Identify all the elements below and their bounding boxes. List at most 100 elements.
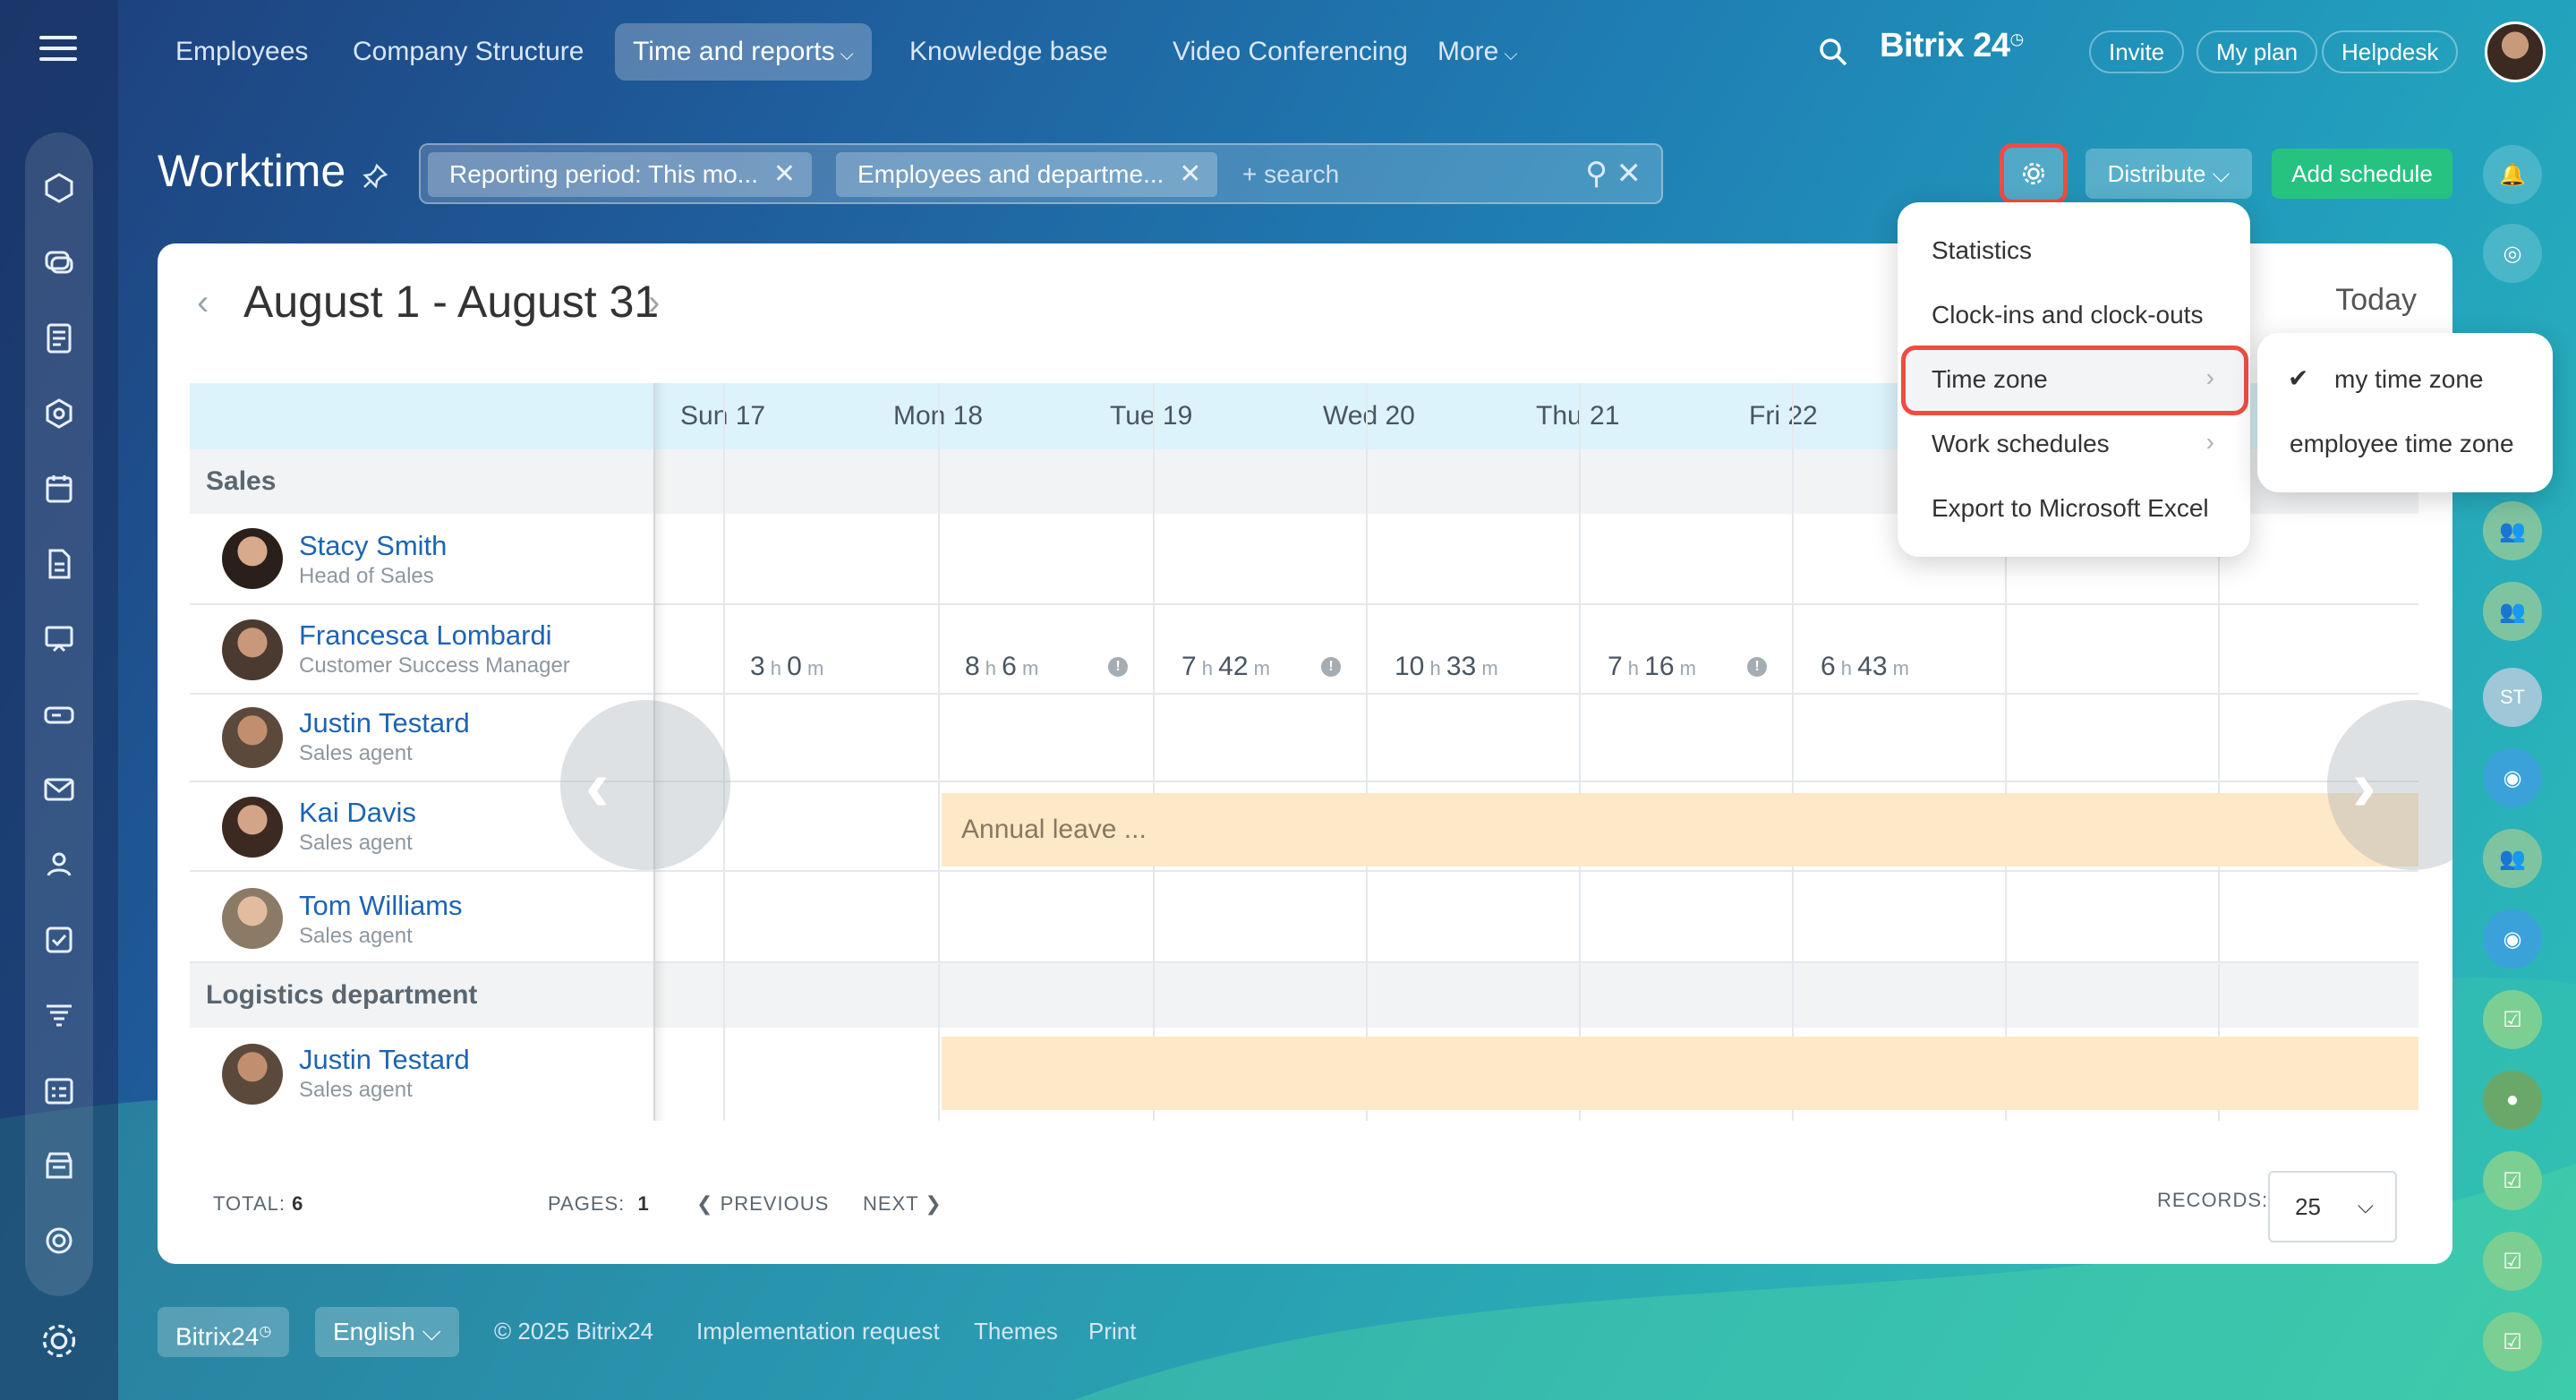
avatar[interactable]	[222, 888, 283, 949]
previous-page-link[interactable]: ❮ PREVIOUS	[696, 1192, 829, 1216]
brand-logo[interactable]: Bitrix 24◷	[1880, 27, 2024, 65]
clear-icon[interactable]: ✕	[1616, 157, 1642, 191]
period-title: August 1 - August 31	[243, 277, 660, 327]
time-cell[interactable]: 7 h 16 m	[1608, 652, 1696, 682]
menu-item-time-zone[interactable]: Time zone	[1932, 365, 2048, 394]
video-call-icon[interactable]: ◉	[2483, 748, 2542, 807]
document-icon[interactable]	[25, 526, 93, 602]
warning-icon[interactable]: !	[1747, 657, 1767, 677]
contact-avatar[interactable]: ●	[2483, 1071, 2542, 1130]
user-avatar[interactable]	[2485, 21, 2546, 82]
schedule-icon[interactable]	[25, 1053, 93, 1128]
menu-item-clockins[interactable]: Clock-ins and clock-outs	[1932, 301, 2203, 329]
feed-icon[interactable]	[25, 301, 93, 376]
records-per-page-select[interactable]: 25 ⌵	[2268, 1171, 2397, 1242]
avatar[interactable]	[222, 528, 283, 589]
my-plan-button[interactable]: My plan	[2196, 30, 2318, 73]
next-period-icon[interactable]: ›	[648, 283, 660, 323]
chat-icon[interactable]	[25, 226, 93, 301]
footer-link-implementation[interactable]: Implementation request	[696, 1318, 940, 1345]
menu-item-employee-time-zone[interactable]: employee time zone	[2290, 430, 2514, 458]
mail-icon[interactable]	[25, 752, 93, 827]
pulse-icon[interactable]: ◎	[2483, 224, 2542, 283]
employee-name[interactable]: Tom Williams	[299, 890, 463, 922]
filter-search-input[interactable]: + search	[1242, 154, 1339, 195]
annual-leave-bar[interactable]: Annual leave ...	[942, 793, 2418, 866]
invite-button[interactable]: Invite	[2089, 30, 2185, 73]
time-cell[interactable]: 8 h 6 m	[965, 652, 1038, 682]
group-chat-icon[interactable]: 👥	[2483, 501, 2542, 560]
task-check-icon[interactable]: ☑	[2483, 1312, 2542, 1371]
task-check-icon[interactable]: ☑	[2483, 990, 2542, 1049]
task-check-icon[interactable]: ☑	[2483, 1232, 2542, 1291]
filter-funnel-icon[interactable]	[25, 977, 93, 1053]
language-select[interactable]: English ⌵	[315, 1307, 459, 1357]
time-cell[interactable]: 3 h 0 m	[750, 652, 823, 682]
employee-name[interactable]: Justin Testard	[299, 1044, 470, 1076]
task-check-icon[interactable]: ☑	[2483, 1151, 2542, 1210]
nav-more[interactable]: More ⌵	[1420, 23, 1536, 81]
footer-link-themes[interactable]: Themes	[974, 1318, 1058, 1345]
nav-company-structure[interactable]: Company Structure	[335, 23, 601, 81]
avatar[interactable]	[222, 1044, 283, 1105]
menu-item-work-schedules[interactable]: Work schedules	[1932, 430, 2110, 458]
employee-name[interactable]: Francesca Lombardi	[299, 619, 552, 652]
nav-time-and-reports[interactable]: Time and reports ⌵	[615, 23, 872, 81]
store-icon[interactable]	[25, 1128, 93, 1203]
calendar-icon[interactable]	[25, 451, 93, 526]
footer-link-print[interactable]: Print	[1088, 1318, 1136, 1345]
close-icon[interactable]: ✕	[1179, 152, 1201, 197]
avatar[interactable]	[222, 797, 283, 858]
cube-icon[interactable]	[25, 150, 93, 226]
tasks-icon[interactable]	[25, 902, 93, 977]
notification-bell-icon[interactable]: 🔔	[2483, 145, 2542, 204]
hours-value: 6	[1821, 652, 1836, 681]
today-button[interactable]: Today	[2335, 283, 2417, 318]
nav-knowledge-base[interactable]: Knowledge base	[891, 23, 1126, 81]
chevron-down-icon: ⌵	[1504, 45, 1518, 64]
warning-icon[interactable]: !	[1108, 657, 1128, 677]
employee-name[interactable]: Kai Davis	[299, 797, 416, 829]
prev-period-icon[interactable]: ‹	[197, 283, 209, 323]
footer-brand-button[interactable]: Bitrix24◷	[158, 1307, 290, 1357]
settings-button[interactable]	[2000, 143, 2068, 204]
nav-employees[interactable]: Employees	[158, 23, 326, 81]
distribute-button[interactable]: Distribute ⌵	[2086, 149, 2252, 199]
pages-count: PAGES: 1	[548, 1192, 650, 1216]
next-page-link[interactable]: NEXT ❯	[863, 1192, 943, 1216]
time-cell[interactable]: 10 h 33 m	[1395, 652, 1498, 682]
target-icon[interactable]	[25, 1203, 93, 1278]
filter-chip-employees[interactable]: Employees and departme... ✕	[836, 152, 1218, 197]
time-cell[interactable]: 7 h 42 m	[1181, 652, 1270, 682]
menu-item-my-time-zone[interactable]: my time zone	[2334, 365, 2484, 394]
employee-name[interactable]: Stacy Smith	[299, 530, 447, 562]
menu-item-statistics[interactable]: Statistics	[1932, 236, 2032, 265]
hamburger-menu-icon[interactable]	[39, 36, 77, 66]
annual-leave-bar[interactable]	[942, 1037, 2418, 1110]
filter-chip-period[interactable]: Reporting period: This mo... ✕	[428, 152, 812, 197]
group-chat-icon[interactable]: 👥	[2483, 829, 2542, 888]
avatar[interactable]	[222, 619, 283, 680]
close-icon[interactable]: ✕	[773, 152, 796, 197]
scroll-left-button[interactable]: ‹	[560, 700, 730, 870]
drive-icon[interactable]	[25, 677, 93, 752]
presentation-icon[interactable]	[25, 602, 93, 677]
add-schedule-button[interactable]: Add schedule	[2272, 149, 2452, 199]
group-chat-icon[interactable]: 👥	[2483, 582, 2542, 641]
search-icon[interactable]	[1817, 36, 1849, 68]
menu-item-export-excel[interactable]: Export to Microsoft Excel	[1932, 494, 2209, 523]
pin-icon[interactable]	[362, 163, 388, 190]
employee-name[interactable]: Justin Testard	[299, 707, 470, 739]
search-icon[interactable]: ⚲	[1585, 157, 1608, 191]
settings-gear-icon[interactable]	[39, 1321, 79, 1361]
nav-video-conferencing[interactable]: Video Conferencing	[1155, 23, 1426, 81]
contact-initials[interactable]: ST	[2483, 668, 2542, 727]
video-call-icon[interactable]: ◉	[2483, 909, 2542, 969]
warning-icon[interactable]: !	[1321, 657, 1341, 677]
hexagon-icon[interactable]	[25, 376, 93, 451]
helpdesk-button[interactable]: Helpdesk	[2322, 30, 2459, 73]
filter-bar[interactable]: Reporting period: This mo... ✕ Employees …	[419, 143, 1663, 204]
time-cell[interactable]: 6 h 43 m	[1821, 652, 1909, 682]
team-icon[interactable]	[25, 827, 93, 902]
avatar[interactable]	[222, 707, 283, 768]
